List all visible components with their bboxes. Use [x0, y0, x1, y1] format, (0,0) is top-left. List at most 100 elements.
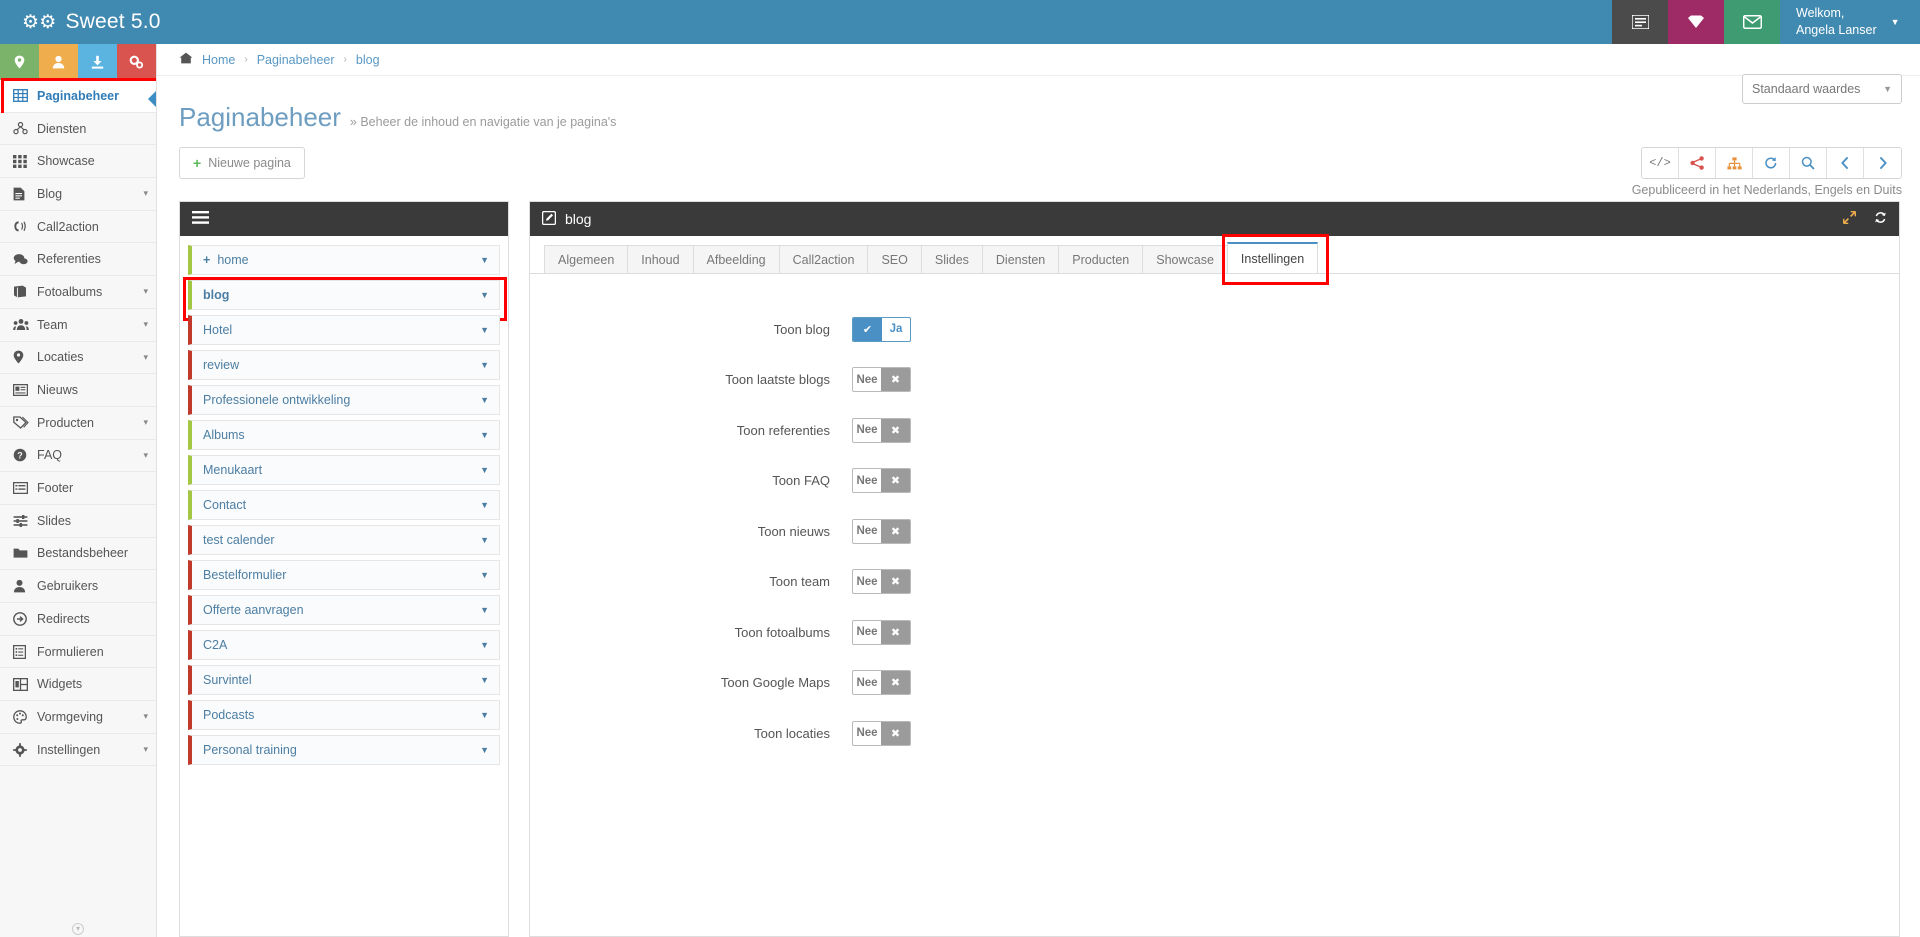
tree-item-personal-training[interactable]: Personal training ▼: [188, 735, 500, 765]
toggle-toon-nieuws[interactable]: ✖ Nee: [852, 518, 911, 544]
sidebar-item-showcase[interactable]: Showcase: [0, 145, 156, 179]
chevron-down-icon[interactable]: ▼: [480, 535, 489, 545]
sidebar-item-referenties[interactable]: Referenties: [0, 243, 156, 277]
tree-item-survintel[interactable]: Survintel ▼: [188, 665, 500, 695]
chevron-down-icon[interactable]: ▼: [480, 500, 489, 510]
toggle-toon-google-maps[interactable]: ✖ Nee: [852, 670, 911, 696]
sidebar-collapse-toggle[interactable]: ▾: [72, 923, 84, 935]
next-icon[interactable]: [1864, 148, 1901, 178]
tree-item-review[interactable]: review ▼: [188, 350, 500, 380]
toggle-toon-referenties[interactable]: ✖ Nee: [852, 417, 911, 443]
expand-icon-svg: [1842, 210, 1857, 225]
tree-item-c2a[interactable]: C2A ▼: [188, 630, 500, 660]
app-brand[interactable]: ⚙⚙ Sweet 5.0: [0, 0, 192, 44]
user-icon[interactable]: [39, 44, 78, 80]
tab-inhoud[interactable]: Inhoud: [627, 245, 694, 273]
location-pin-icon[interactable]: [0, 44, 39, 80]
tab-seo[interactable]: SEO: [867, 245, 922, 273]
tab-afbeelding[interactable]: Afbeelding: [692, 245, 780, 273]
chevron-down-icon[interactable]: ▼: [480, 465, 489, 475]
breadcrumb-item-paginabeheer[interactable]: Paginabeheer: [257, 53, 335, 67]
sidebar-item-vormgeving[interactable]: Vormgeving ▾: [0, 701, 156, 734]
code-icon[interactable]: </>: [1642, 148, 1679, 178]
sidebar-item-producten[interactable]: Producten ▾: [0, 406, 156, 440]
page-tree-list: + home ▼ blog ▼ Hotel ▼ review ▼ Profess…: [180, 236, 508, 936]
tree-item-menukaart[interactable]: Menukaart ▼: [188, 455, 500, 485]
tree-item-albums[interactable]: Albums ▼: [188, 420, 500, 450]
history-icon[interactable]: [1753, 148, 1790, 178]
tree-item-bestelformulier[interactable]: Bestelformulier ▼: [188, 560, 500, 590]
chevron-down-icon[interactable]: ▼: [480, 605, 489, 615]
tab-showcase[interactable]: Showcase: [1142, 245, 1228, 273]
chevron-down-icon[interactable]: ▼: [480, 430, 489, 440]
sidebar-item-diensten[interactable]: Diensten: [0, 112, 156, 146]
chevron-down-icon[interactable]: ▼: [480, 395, 489, 405]
hamburger-icon[interactable]: [192, 211, 209, 227]
chevron-down-icon[interactable]: ▼: [480, 710, 489, 720]
chevron-down-icon[interactable]: ▼: [480, 325, 489, 335]
sidebar-item-paginabeheer[interactable]: Paginabeheer: [0, 80, 156, 113]
tab-call2action[interactable]: Call2action: [778, 245, 869, 273]
sidebar-item-redirects[interactable]: Redirects: [0, 603, 156, 636]
toggle-toon-locaties[interactable]: ✖ Nee: [852, 720, 911, 746]
sidebar-item-nieuws[interactable]: Nieuws: [0, 374, 156, 407]
sidebar-item-call2action[interactable]: Call2action: [0, 210, 156, 244]
refresh-icon[interactable]: [1874, 211, 1887, 227]
expand-icon[interactable]: [1842, 210, 1857, 227]
share-icon[interactable]: [1679, 148, 1716, 178]
chevron-down-icon[interactable]: ▼: [480, 745, 489, 755]
sidebar-item-formulieren[interactable]: Formulieren: [0, 635, 156, 669]
search-icon[interactable]: [1790, 148, 1827, 178]
tree-item-offerte-aanvragen[interactable]: Offerte aanvragen ▼: [188, 595, 500, 625]
toggle-toon-blog[interactable]: ✔ Ja: [852, 316, 911, 342]
tab-producten[interactable]: Producten: [1058, 245, 1144, 273]
sidebar-item-widgets[interactable]: Widgets: [0, 668, 156, 702]
chevron-down-icon[interactable]: ▼: [480, 640, 489, 650]
sidebar-item-footer[interactable]: Footer: [0, 472, 156, 505]
sidebar-item-instellingen[interactable]: Instellingen ▾: [0, 733, 156, 767]
sitemap-icon[interactable]: [1716, 148, 1753, 178]
user-menu[interactable]: Welkom, Angela Lanser ▼: [1780, 0, 1920, 44]
previous-icon[interactable]: [1827, 148, 1864, 178]
defaults-select[interactable]: Standaard waardes ▼: [1742, 74, 1902, 104]
download-icon[interactable]: [78, 44, 117, 80]
sidebar-item-blog[interactable]: Blog ▾: [0, 178, 156, 211]
tab-slides[interactable]: Slides: [920, 245, 983, 273]
new-page-button[interactable]: + Nieuwe pagina: [179, 147, 305, 179]
tree-item-hotel[interactable]: Hotel ▼: [188, 315, 500, 345]
breadcrumb-item-home[interactable]: Home: [202, 53, 235, 67]
diamond-icon[interactable]: [1668, 0, 1724, 44]
tab-diensten[interactable]: Diensten: [981, 245, 1060, 273]
list-icon[interactable]: [1612, 0, 1668, 44]
gears-icon[interactable]: [117, 44, 156, 80]
sidebar-item-gebruikers[interactable]: Gebruikers: [0, 570, 156, 603]
tree-item-test-calender[interactable]: test calender ▼: [188, 525, 500, 555]
sidebar-item-team[interactable]: Team ▾: [0, 308, 156, 342]
tree-item-podcasts[interactable]: Podcasts ▼: [188, 700, 500, 730]
chevron-down-icon[interactable]: ▼: [480, 255, 489, 265]
tree-item-home[interactable]: + home ▼: [188, 245, 500, 275]
tree-item-contact[interactable]: Contact ▼: [188, 490, 500, 520]
sidebar-item-fotoalbums[interactable]: Fotoalbums ▾: [0, 276, 156, 309]
chevron-down-icon: ▾: [143, 711, 148, 722]
sidebar-item-bestandsbeheer[interactable]: Bestandsbeheer: [0, 537, 156, 571]
toggle-toon-fotoalbums[interactable]: ✖ Nee: [852, 619, 911, 645]
chevron-down-icon[interactable]: ▼: [480, 290, 489, 300]
sidebar-item-faq[interactable]: ? FAQ ▾: [0, 439, 156, 473]
sidebar-item-slides[interactable]: Slides: [0, 504, 156, 538]
sidebar-item-locaties[interactable]: Locaties ▾: [0, 341, 156, 375]
tab-algemeen[interactable]: Algemeen: [544, 245, 629, 273]
chevron-down-icon[interactable]: ▼: [480, 360, 489, 370]
toggle-toon-laatste-blogs[interactable]: ✖ Nee: [852, 367, 911, 393]
toggle-toon-faq[interactable]: ✖ Nee: [852, 468, 911, 494]
envelope-icon[interactable]: [1724, 0, 1780, 44]
breadcrumb-item-blog[interactable]: blog: [356, 53, 380, 67]
chevron-down-icon[interactable]: ▼: [480, 570, 489, 580]
toggle-toon-team[interactable]: ✖ Nee: [852, 569, 911, 595]
tree-item-blog[interactable]: blog ▼: [183, 277, 507, 321]
tab-label: Instellingen: [1240, 251, 1305, 266]
tab-instellingen[interactable]: Instellingen: [1226, 242, 1319, 273]
chevron-down-icon[interactable]: ▼: [480, 675, 489, 685]
tree-item-professionele-ontwikkeling[interactable]: Professionele ontwikkeling ▼: [188, 385, 500, 415]
grid-icon-svg: [13, 154, 27, 168]
